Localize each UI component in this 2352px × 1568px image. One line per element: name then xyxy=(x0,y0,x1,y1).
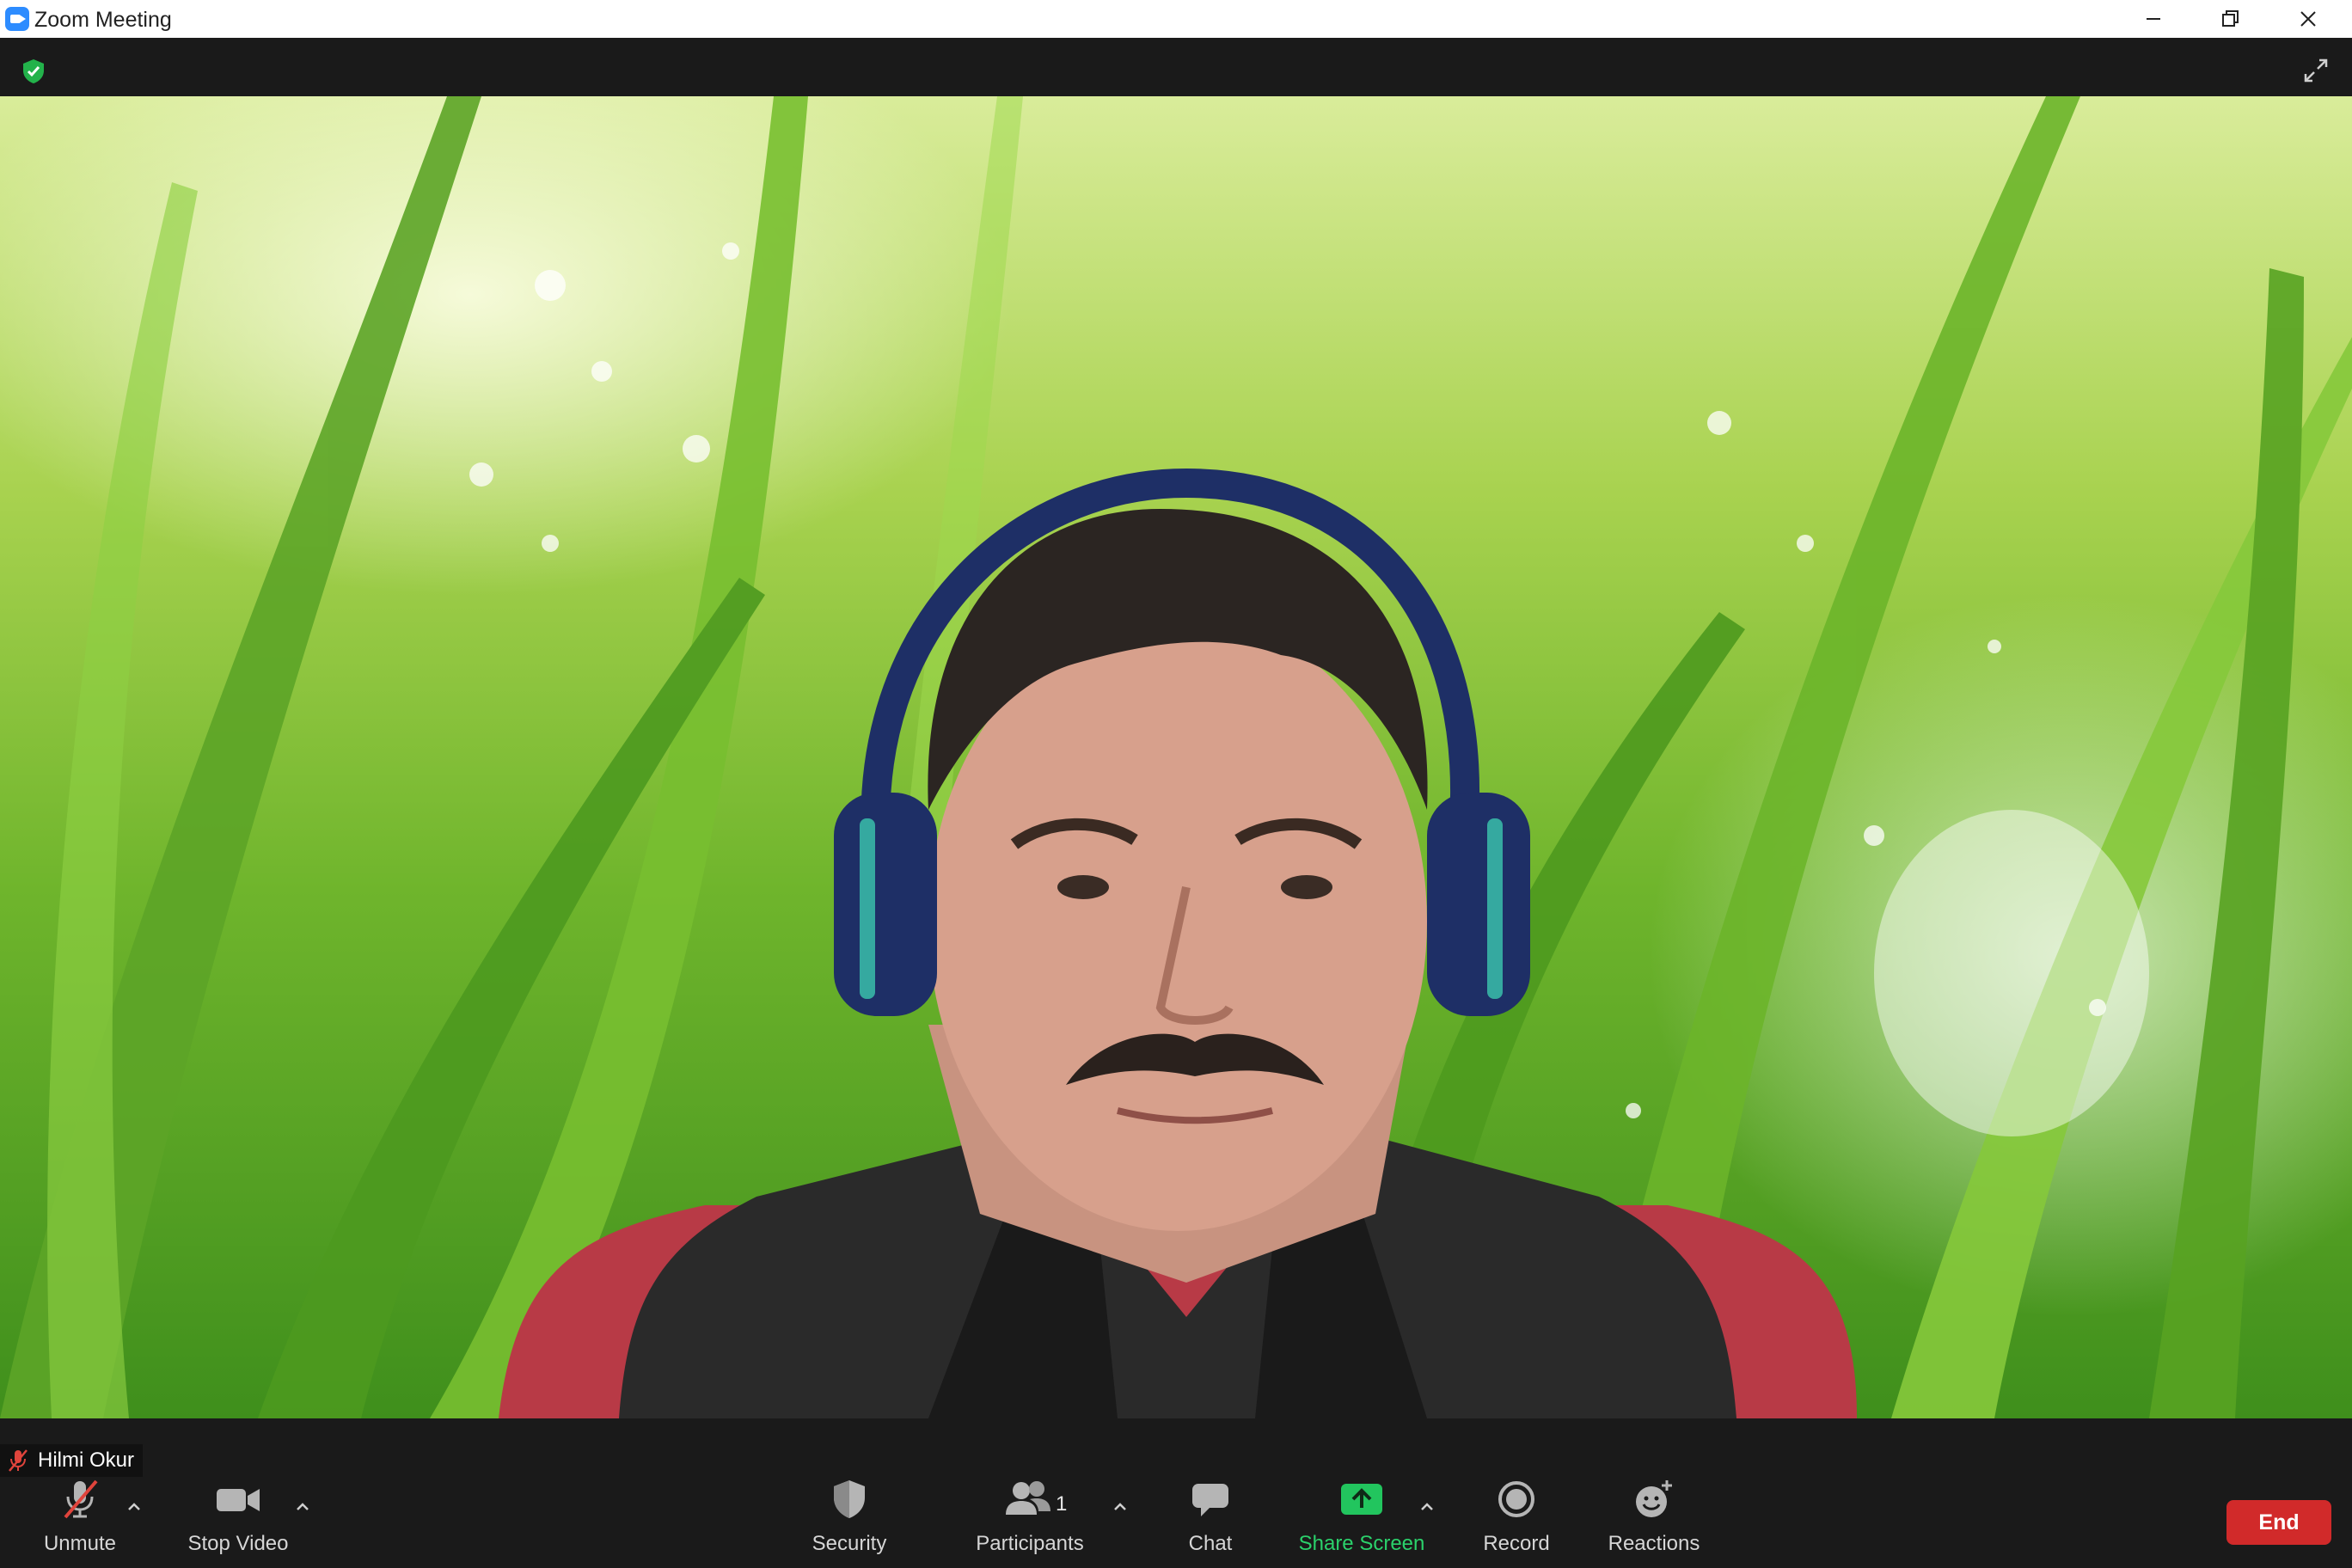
unmute-button[interactable]: Unmute xyxy=(37,1473,123,1568)
share-screen-arrow-icon xyxy=(1341,1484,1382,1515)
record-button[interactable]: Record xyxy=(1475,1473,1558,1568)
minimize-button[interactable] xyxy=(2115,0,2192,38)
chevron-up-icon xyxy=(1421,1503,1433,1510)
participant-name-tag: Hilmi Okur xyxy=(0,1444,143,1477)
record-circle-icon xyxy=(1498,1481,1534,1517)
encryption-indicator[interactable] xyxy=(19,57,48,86)
participant-name: Hilmi Okur xyxy=(38,1449,134,1472)
chevron-up-icon xyxy=(128,1503,140,1510)
restore-button[interactable] xyxy=(2192,0,2269,38)
people-icon xyxy=(1006,1481,1050,1515)
stop-video-button[interactable]: Stop Video xyxy=(182,1473,294,1568)
audio-options-caret[interactable] xyxy=(122,1494,146,1518)
chevron-up-icon xyxy=(297,1503,309,1510)
smiley-plus-icon xyxy=(1636,1480,1672,1517)
participants-count: 1 xyxy=(1056,1492,1068,1516)
person-video-feed xyxy=(499,468,1857,1418)
share-options-caret[interactable] xyxy=(1415,1494,1439,1518)
chat-label: Chat xyxy=(1188,1532,1233,1555)
participants-button[interactable]: Participants xyxy=(971,1473,1088,1568)
close-button[interactable] xyxy=(2269,0,2347,38)
meeting-top-bar xyxy=(0,38,2352,96)
restore-icon xyxy=(2222,10,2239,27)
microphone-muted-icon xyxy=(64,1479,98,1519)
chat-button[interactable]: Chat xyxy=(1169,1473,1252,1568)
share-screen-button[interactable]: Share Screen xyxy=(1296,1473,1427,1568)
chat-bubble-icon xyxy=(1192,1484,1228,1516)
security-label: Security xyxy=(812,1532,887,1555)
reactions-button[interactable]: Reactions xyxy=(1602,1473,1706,1568)
share-screen-label: Share Screen xyxy=(1298,1532,1425,1555)
chevron-up-icon xyxy=(1114,1503,1126,1510)
security-button[interactable]: Security xyxy=(798,1473,901,1568)
zoom-app-icon xyxy=(5,7,29,31)
stop-video-label: Stop Video xyxy=(187,1532,289,1555)
fullscreen-button[interactable] xyxy=(2299,53,2333,88)
record-label: Record xyxy=(1483,1532,1550,1555)
camera-icon xyxy=(217,1489,260,1511)
microphone-muted-icon xyxy=(9,1449,28,1472)
minimize-icon xyxy=(2147,18,2160,20)
reactions-label: Reactions xyxy=(1608,1532,1700,1555)
participant-video[interactable] xyxy=(0,96,2352,1418)
shield-check-icon xyxy=(23,59,44,83)
participants-options-caret[interactable] xyxy=(1108,1494,1132,1518)
end-meeting-button[interactable]: End xyxy=(2226,1500,2331,1545)
participants-label: Participants xyxy=(976,1532,1084,1555)
shield-icon xyxy=(834,1480,865,1518)
window-title: Zoom Meeting xyxy=(34,8,172,32)
expand-icon xyxy=(2304,58,2328,83)
close-icon xyxy=(2300,11,2316,27)
zoom-meeting-window: Zoom Meeting Unmute Stop Video Security … xyxy=(0,0,2352,1568)
meeting-toolbar: Unmute Stop Video Security Participants … xyxy=(0,1418,2352,1568)
title-bar: Zoom Meeting xyxy=(0,0,2352,38)
video-options-caret[interactable] xyxy=(291,1494,315,1518)
unmute-label: Unmute xyxy=(43,1532,117,1555)
